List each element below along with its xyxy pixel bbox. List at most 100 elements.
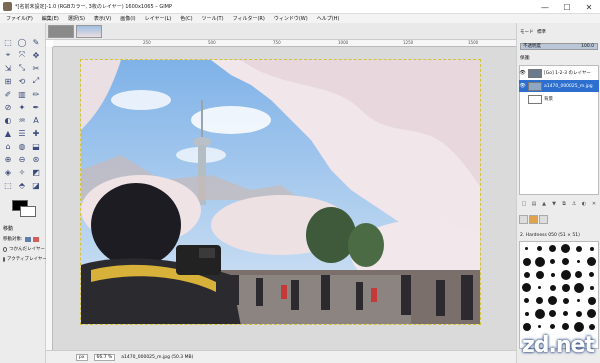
image-tab-2[interactable] xyxy=(76,25,102,38)
move-path-icon[interactable] xyxy=(32,236,39,242)
tool-icon[interactable]: ⬓ xyxy=(30,140,42,152)
brush-preview[interactable] xyxy=(575,310,582,317)
tool-icon[interactable]: ⤡ xyxy=(16,62,28,74)
anchor-layer-icon[interactable]: ⚓ xyxy=(571,201,577,207)
tool-icon[interactable]: ✒ xyxy=(30,101,42,113)
brush-preview[interactable] xyxy=(577,260,580,263)
gradients-tab[interactable] xyxy=(539,215,548,224)
layer-row-selected[interactable]: 👁 a1470_000025_m.jpg xyxy=(519,80,599,92)
tool-icon[interactable]: ♒ xyxy=(16,114,28,126)
brush-preview[interactable] xyxy=(525,247,528,250)
tool-icon[interactable]: ✏ xyxy=(30,88,42,100)
brush-preview[interactable] xyxy=(561,244,570,253)
tool-icon[interactable]: ⌖ xyxy=(2,49,14,61)
delete-layer-icon[interactable]: ✕ xyxy=(591,201,597,207)
tool-icon[interactable]: ✐ xyxy=(2,88,14,100)
tool-icon[interactable]: ⊘ xyxy=(2,101,14,113)
unit-select[interactable]: px xyxy=(76,353,88,361)
menu-colors[interactable]: 色(C) xyxy=(180,15,192,22)
layer-row[interactable]: 👁 [Go] 1-2-3 のレイヤー xyxy=(519,67,599,79)
mask-icon[interactable]: ◐ xyxy=(581,201,587,207)
eye-icon[interactable]: 👁 xyxy=(519,83,526,89)
brush-preview[interactable] xyxy=(534,308,545,319)
tool-icon[interactable]: ⊛ xyxy=(30,153,42,165)
opacity-slider[interactable]: 不透明度 100.0 xyxy=(520,43,598,50)
tool-icon[interactable]: ⬚ xyxy=(2,36,14,48)
radio-pick-layer[interactable] xyxy=(3,246,8,252)
brush-preview[interactable] xyxy=(534,256,545,267)
menu-tools[interactable]: ツール(T) xyxy=(202,15,224,22)
brush-preview[interactable] xyxy=(562,297,569,304)
tool-icon[interactable]: ◯ xyxy=(16,36,28,48)
layer-row[interactable]: 背景 xyxy=(519,93,599,105)
brush-preview[interactable] xyxy=(535,270,544,279)
menu-view[interactable]: 表示(V) xyxy=(94,15,111,22)
tool-icon[interactable]: ✚ xyxy=(30,127,42,139)
tool-icon[interactable]: ◍ xyxy=(16,140,28,152)
brush-preview[interactable] xyxy=(575,245,582,252)
tool-icon[interactable]: ◩ xyxy=(30,166,42,178)
brush-preview[interactable] xyxy=(550,259,555,264)
brush-preview[interactable] xyxy=(577,299,580,302)
menu-filters[interactable]: フィルター(R) xyxy=(233,15,265,22)
tool-icon[interactable]: ✂ xyxy=(30,62,42,74)
tool-icon[interactable]: ▲ xyxy=(2,127,14,139)
menu-select[interactable]: 選択(S) xyxy=(68,15,85,22)
zoom-select[interactable]: 66.7 % xyxy=(93,353,116,361)
brush-preview[interactable] xyxy=(563,311,568,316)
brush-preview[interactable] xyxy=(549,310,556,317)
tool-icon[interactable]: ⟲ xyxy=(16,75,28,87)
menu-windows[interactable]: ウィンドウ(W) xyxy=(274,15,308,22)
menu-layer[interactable]: レイヤー(L) xyxy=(145,15,172,22)
brush-preview[interactable] xyxy=(589,246,594,251)
tool-icon[interactable]: ◐ xyxy=(2,114,14,126)
tool-icon[interactable]: ☰ xyxy=(16,127,28,139)
patterns-tab[interactable] xyxy=(529,215,538,224)
duplicate-layer-icon[interactable]: ⧉ xyxy=(561,201,567,207)
tool-icon[interactable]: ✧ xyxy=(16,166,28,178)
tool-icon[interactable]: ⊕ xyxy=(2,153,14,165)
brush-preview[interactable] xyxy=(562,258,569,265)
menu-file[interactable]: ファイル(F) xyxy=(6,15,33,22)
menu-image[interactable]: 画像(I) xyxy=(120,15,135,22)
brush-preview[interactable] xyxy=(522,257,531,266)
canvas-image[interactable] xyxy=(80,59,481,325)
brush-preview[interactable] xyxy=(550,272,555,277)
brush-preview[interactable] xyxy=(536,297,543,304)
brush-preview[interactable] xyxy=(573,282,584,293)
tool-icon[interactable]: ◪ xyxy=(30,179,42,191)
eye-icon[interactable]: 👁 xyxy=(519,70,526,76)
brush-preview[interactable] xyxy=(587,296,596,305)
new-layer-icon[interactable]: □ xyxy=(521,201,527,207)
tool-icon[interactable]: ◈ xyxy=(2,166,14,178)
brush-preview[interactable] xyxy=(523,271,530,278)
tool-icon[interactable]: ⬚ xyxy=(2,179,14,191)
brush-preview[interactable] xyxy=(589,272,594,277)
brush-preview[interactable] xyxy=(524,311,529,316)
tool-icon[interactable]: ⊞ xyxy=(2,75,14,87)
brush-preview[interactable] xyxy=(587,309,596,318)
tool-icon[interactable]: ✦ xyxy=(16,101,28,113)
brush-preview[interactable] xyxy=(522,283,531,292)
tool-icon[interactable]: ✎ xyxy=(30,36,42,48)
brush-preview[interactable] xyxy=(561,283,570,292)
lower-layer-icon[interactable]: ▼ xyxy=(551,201,557,207)
maximize-button[interactable]: ☐ xyxy=(556,0,578,14)
brush-preview[interactable] xyxy=(538,286,541,289)
brush-preview[interactable] xyxy=(537,246,542,251)
brushes-tab[interactable] xyxy=(519,215,528,224)
tool-icon[interactable]: ⌂ xyxy=(2,140,14,152)
minimize-button[interactable]: — xyxy=(534,0,556,14)
image-tab-1[interactable] xyxy=(48,25,74,38)
brush-preview[interactable] xyxy=(575,271,582,278)
brush-preview[interactable] xyxy=(524,298,529,303)
tool-icon[interactable]: ⤢ xyxy=(30,75,42,87)
tool-icon[interactable]: ✥ xyxy=(30,49,42,61)
brush-preview[interactable] xyxy=(548,296,557,305)
tool-icon[interactable]: ⤧ xyxy=(16,49,28,61)
radio-active-layer[interactable] xyxy=(3,256,5,262)
move-layer-icon[interactable] xyxy=(24,236,31,242)
tool-icon[interactable]: ⊖ xyxy=(16,153,28,165)
raise-layer-icon[interactable]: ▲ xyxy=(541,201,547,207)
tool-icon[interactable]: ▥ xyxy=(16,88,28,100)
